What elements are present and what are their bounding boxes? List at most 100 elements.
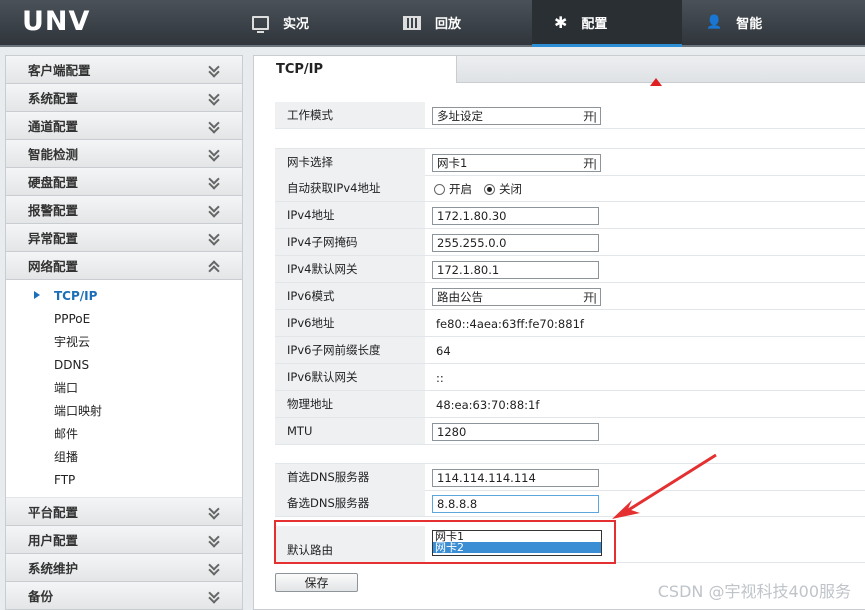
row-nic-select: 网卡选择 网卡1 开| xyxy=(275,148,865,176)
row-dhcp: 自动获取IPv4地址 开启 关闭 xyxy=(275,175,865,202)
sidebar-item-label: 宇视云 xyxy=(54,335,91,349)
sidebar-item-port[interactable]: 端口 xyxy=(6,376,242,399)
nav-live[interactable]: 实况 xyxy=(252,0,342,45)
sidebar-section-channel[interactable]: 通道配置 xyxy=(6,112,242,140)
chevron-down-icon xyxy=(208,144,220,162)
tab-strip: TCP/IP xyxy=(254,56,865,83)
nav-smart[interactable]: 👤 智能 xyxy=(706,0,796,45)
row-ipv6-prefix: IPv6子网前缀长度 64 xyxy=(275,337,865,364)
row-mtu: MTU 1280 xyxy=(275,418,865,445)
nic-select-label: 网卡选择 xyxy=(275,149,425,175)
tab-tcpip[interactable]: TCP/IP xyxy=(254,56,457,83)
chevron-down-icon xyxy=(208,502,220,520)
ipv4-gateway-input[interactable]: 172.1.80.1 xyxy=(432,260,599,279)
dhcp-off-label: 关闭 xyxy=(499,181,522,196)
mtu-input[interactable]: 1280 xyxy=(432,422,599,441)
film-icon xyxy=(403,15,421,30)
chevron-down-icon xyxy=(208,116,220,134)
work-mode-select[interactable]: 多址设定 开| xyxy=(432,106,601,125)
ipv6-mode-select[interactable]: 路由公告 开| xyxy=(432,287,601,306)
radio-off-icon xyxy=(434,183,445,195)
sidebar-item-pppoe[interactable]: PPPoE xyxy=(6,307,242,330)
sidebar-section-alarm[interactable]: 报警配置 xyxy=(6,196,242,224)
row-mac: 物理地址 48:ea:63:70:88:1f xyxy=(275,391,865,418)
chevron-down-icon xyxy=(208,228,220,246)
dhcp-off-radio[interactable]: 关闭 xyxy=(484,181,522,197)
dns-primary-input[interactable]: 114.114.114.114 xyxy=(432,468,599,487)
dns-primary-label: 首选DNS服务器 xyxy=(275,464,425,490)
ipv4-mask-input[interactable]: 255.255.0.0 xyxy=(432,233,599,252)
sidebar-item-email[interactable]: 邮件 xyxy=(6,422,242,445)
dns-secondary-label: 备选DNS服务器 xyxy=(275,490,425,516)
dropdown-arrow-icon: 开| xyxy=(583,290,597,304)
nav-live-label: 实况 xyxy=(283,17,310,32)
sidebar-section-network[interactable]: 网络配置 xyxy=(6,252,242,280)
sidebar-section-maintenance[interactable]: 系统维护 xyxy=(6,554,242,582)
dropdown-arrow-icon: 开| xyxy=(583,109,597,123)
ipv4-addr-input[interactable]: 172.1.80.30 xyxy=(432,206,599,225)
sidebar-section-user[interactable]: 用户配置 xyxy=(6,526,242,554)
ipv6-addr-label: IPv6地址 xyxy=(275,310,425,336)
sidebar-item-ddns[interactable]: DDNS xyxy=(6,353,242,376)
row-work-mode: 工作模式 多址设定 开| xyxy=(275,102,865,129)
sidebar-item-label: FTP xyxy=(54,472,76,487)
row-ipv4-gateway: IPv4默认网关 172.1.80.1 xyxy=(275,256,865,283)
sidebar-section-label: 系统配置 xyxy=(28,91,79,106)
top-nav-bar: UNV 实况 回放 ✱ 配置 👤 智能 xyxy=(0,0,865,47)
chevron-down-icon xyxy=(208,530,220,548)
sidebar-section-disk[interactable]: 硬盘配置 xyxy=(6,168,242,196)
sidebar-section-platform[interactable]: 平台配置 xyxy=(6,497,242,526)
sidebar-item-port-mapping[interactable]: 端口映射 xyxy=(6,399,242,422)
network-submenu: TCP/IP PPPoE 宇视云 DDNS 端口 端口映射 邮件 组播 FTP xyxy=(6,280,242,497)
sidebar-item-unv-cloud[interactable]: 宇视云 xyxy=(6,330,242,353)
dhcp-on-label: 开启 xyxy=(449,181,472,196)
gear-icon: ✱ xyxy=(554,13,568,32)
nav-config-label: 配置 xyxy=(581,17,608,32)
sidebar-section-backup[interactable]: 备份 xyxy=(6,582,242,610)
unv-logo: UNV xyxy=(22,6,91,37)
annotation-marker-icon xyxy=(650,78,662,86)
selected-indicator-icon xyxy=(34,291,40,299)
sidebar-item-label: 组播 xyxy=(54,450,79,464)
sidebar-section-exception[interactable]: 异常配置 xyxy=(6,224,242,252)
row-dns-primary: 首选DNS服务器 114.114.114.114 xyxy=(275,463,865,491)
sidebar-item-ftp[interactable]: FTP xyxy=(6,468,242,491)
sidebar-section-smart-detect[interactable]: 智能检测 xyxy=(6,140,242,168)
dns-secondary-input[interactable]: 8.8.8.8 xyxy=(432,494,599,513)
ipv4-gateway-label: IPv4默认网关 xyxy=(275,256,425,282)
nic-select-value: 网卡1 xyxy=(437,155,468,170)
dhcp-on-radio[interactable]: 开启 xyxy=(434,181,472,197)
sidebar-section-label: 通道配置 xyxy=(28,119,79,134)
chevron-down-icon xyxy=(208,88,220,106)
chevron-down-icon xyxy=(208,172,220,190)
save-button[interactable]: 保存 xyxy=(275,573,358,592)
row-dns-secondary: 备选DNS服务器 8.8.8.8 xyxy=(275,490,865,517)
ipv6-mode-label: IPv6模式 xyxy=(275,283,425,309)
sidebar-section-system[interactable]: 系统配置 xyxy=(6,84,242,112)
ipv6-mode-value: 路由公告 xyxy=(437,289,483,304)
work-mode-value: 多址设定 xyxy=(437,108,483,123)
nic-select[interactable]: 网卡1 开| xyxy=(432,153,601,172)
nav-playback[interactable]: 回放 xyxy=(403,0,493,45)
nav-config[interactable]: ✱ 配置 xyxy=(532,0,682,47)
sidebar-section-label: 报警配置 xyxy=(28,203,79,218)
radio-on-icon xyxy=(484,183,495,195)
row-ipv4-mask: IPv4子网掩码 255.255.0.0 xyxy=(275,229,865,256)
sidebar-item-tcpip[interactable]: TCP/IP xyxy=(6,284,242,307)
sidebar-item-label: 邮件 xyxy=(54,427,79,441)
ipv6-gateway-label: IPv6默认网关 xyxy=(275,364,425,390)
sidebar-item-label: TCP/IP xyxy=(54,288,98,303)
sidebar-section-label: 系统维护 xyxy=(28,561,79,576)
sidebar-item-label: 端口映射 xyxy=(54,404,103,418)
monitor-icon xyxy=(252,15,269,33)
chevron-down-icon xyxy=(208,200,220,218)
row-ipv6-addr: IPv6地址 fe80::4aea:63ff:fe70:881f xyxy=(275,310,865,337)
person-icon: 👤 xyxy=(706,15,723,30)
sidebar-section-label: 智能检测 xyxy=(28,147,79,162)
dropdown-arrow-icon: 开| xyxy=(583,156,597,170)
sidebar-item-multicast[interactable]: 组播 xyxy=(6,445,242,468)
sidebar-section-client[interactable]: 客户端配置 xyxy=(6,56,242,84)
work-mode-label: 工作模式 xyxy=(275,102,425,128)
chevron-up-icon xyxy=(208,259,220,277)
dhcp-label: 自动获取IPv4地址 xyxy=(275,175,425,201)
